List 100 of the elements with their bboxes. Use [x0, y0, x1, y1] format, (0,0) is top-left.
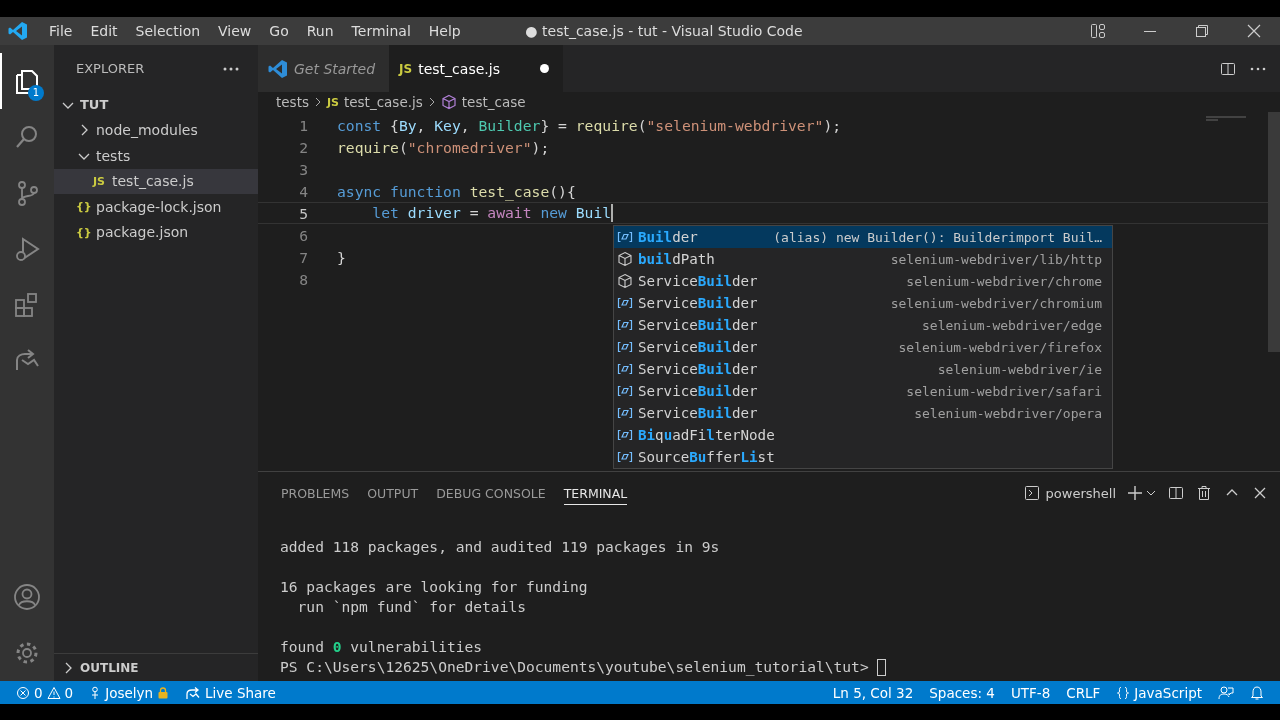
status-item[interactable]: Spaces: 4 [921, 684, 1003, 701]
account-icon[interactable] [12, 582, 42, 612]
suggestion-item[interactable]: BiquadFilterNode [614, 424, 1112, 446]
panel-tab[interactable]: PROBLEMS [281, 482, 350, 504]
suggestion-item[interactable]: ServiceBuilder selenium-webdriver/chrome [614, 270, 1112, 292]
variable-icon [617, 295, 633, 311]
folder-item[interactable]: tests [54, 143, 258, 169]
variable-icon [617, 229, 633, 245]
suggestion-item[interactable]: Builder (alias) new Builder(): Builderimport Buil… [614, 226, 1112, 248]
status-item[interactable]: JavaScript [1108, 684, 1210, 701]
terminal-line: found 0 vulnerabilities [280, 637, 483, 657]
tree-item[interactable]: {} package.json [54, 219, 258, 245]
json-file-icon: {} [76, 225, 90, 239]
terminal-icon [1023, 485, 1040, 501]
status-item[interactable]: Ln 5, Col 32 [824, 684, 922, 701]
lock-icon [157, 686, 170, 699]
terminal-line: 16 packages are looking for funding [280, 577, 588, 597]
menu-item[interactable]: Run [297, 23, 343, 39]
tree-item[interactable]: {} package-lock.json [54, 194, 258, 220]
breadcrumb-item[interactable]: tests [276, 94, 309, 110]
cube-icon [617, 273, 633, 289]
json-file-icon: {} [76, 200, 90, 214]
add-terminal-icon[interactable] [1128, 485, 1156, 501]
variable-icon [617, 449, 633, 465]
bell-icon[interactable] [1250, 684, 1264, 701]
suggestion-detail: selenium-webdriver/safari [906, 383, 1102, 399]
text-cursor [611, 204, 614, 222]
suggestion-item[interactable]: ServiceBuilder selenium-webdriver/edge [614, 314, 1112, 336]
variable-icon [617, 339, 633, 355]
layout-icon[interactable] [1090, 23, 1106, 39]
app-logo-icon [8, 21, 28, 41]
cube-icon [617, 251, 633, 267]
more-icon[interactable] [222, 65, 240, 72]
variable-icon [617, 405, 633, 421]
breadcrumb-item[interactable]: test_case [440, 94, 526, 110]
breadcrumb-item[interactable]: JS test_case.js [326, 94, 423, 110]
line-number: 6 [298, 226, 308, 244]
status-item[interactable]: 0 0 [8, 684, 82, 701]
trash-icon[interactable] [1196, 485, 1212, 501]
status-item[interactable]: Joselyn [81, 684, 178, 701]
menu-item[interactable]: View [209, 23, 261, 39]
status-item[interactable]: Live Share [177, 684, 284, 701]
menu-item[interactable]: Edit [81, 23, 127, 39]
braces-icon [1116, 685, 1131, 700]
status-item[interactable]: CRLF [1058, 684, 1109, 701]
line-number: 8 [298, 270, 308, 288]
suggestion-detail: selenium-webdriver/edge [922, 317, 1102, 333]
terminal-line: added 118 packages, and audited 119 packages in 9s [280, 537, 720, 557]
suggestion-item[interactable]: ServiceBuilder selenium-webdriver/firefox [614, 336, 1112, 358]
suggestion-detail: (alias) new Builder(): Builderimport Buil… [773, 229, 1102, 245]
sidebar-title: EXPLORER [76, 61, 145, 76]
suggestion-item[interactable]: buildPath selenium-webdriver/lib/http [614, 248, 1112, 270]
code-line: require("chromedriver"); [337, 138, 550, 156]
tree-item[interactable]: JS test_case.js [54, 168, 258, 194]
suggestion-item[interactable]: ServiceBuilder selenium-webdriver/ie [614, 358, 1112, 380]
panel-tab[interactable]: TERMINAL [563, 481, 628, 505]
menu-item[interactable]: Go [260, 23, 298, 39]
js-file-icon: JS [92, 174, 106, 188]
error-icon [16, 685, 30, 700]
live-share-icon [185, 685, 202, 700]
suggestion-item[interactable]: SourceBufferList [614, 446, 1112, 468]
menu-item[interactable]: File [40, 23, 82, 39]
more-icon[interactable] [1250, 65, 1266, 72]
line-number: 7 [298, 248, 308, 266]
variable-icon [617, 317, 633, 333]
feedback-icon[interactable] [1218, 684, 1234, 701]
folder-item[interactable]: node_modules [54, 117, 258, 143]
menu-item[interactable]: Help [419, 23, 470, 39]
split-editor-icon[interactable] [1220, 60, 1236, 77]
app-logo-icon [268, 58, 288, 79]
tree-root[interactable]: TUT [54, 92, 258, 118]
line-number: 5 [298, 204, 308, 222]
editor-tab[interactable]: JS test_case.js [389, 45, 563, 92]
suggestion-detail: selenium-webdriver/firefox [898, 339, 1102, 355]
line-number: 3 [298, 160, 308, 178]
js-file-icon: JS [399, 61, 413, 76]
code-line: let driver = await new Buil [371, 204, 614, 222]
scrollbar-thumb[interactable] [1268, 112, 1280, 352]
menu-item[interactable]: Terminal [342, 23, 420, 39]
terminal-select[interactable]: powershell [1023, 485, 1116, 501]
suggestion-item[interactable]: ServiceBuilder selenium-webdriver/opera [614, 402, 1112, 424]
panel-tab[interactable]: OUTPUT [367, 482, 419, 504]
close-icon[interactable] [1246, 23, 1262, 39]
editor-tab[interactable]: Get Started [258, 45, 390, 92]
split-terminal-icon[interactable] [1168, 485, 1184, 501]
line-number: 4 [298, 182, 308, 200]
restore-icon[interactable] [1194, 23, 1210, 39]
variable-icon [617, 383, 633, 399]
suggestion-item[interactable]: ServiceBuilder selenium-webdriver/safari [614, 380, 1112, 402]
close-icon[interactable] [1252, 485, 1268, 501]
code-line: } [337, 248, 346, 266]
code-line: async function test_case(){ [337, 182, 576, 200]
menu-item[interactable]: Selection [126, 23, 210, 39]
panel-tab[interactable]: DEBUG CONSOLE [436, 482, 546, 504]
window-title: ● test_case.js - tut - Visual Studio Code [525, 23, 803, 39]
cube-icon [440, 94, 457, 110]
status-item[interactable]: UTF-8 [1002, 684, 1059, 701]
count-badge: 1 [28, 85, 44, 101]
suggestion-item[interactable]: ServiceBuilder selenium-webdriver/chromium [614, 292, 1112, 314]
suggestion-detail: selenium-webdriver/opera [914, 405, 1102, 421]
